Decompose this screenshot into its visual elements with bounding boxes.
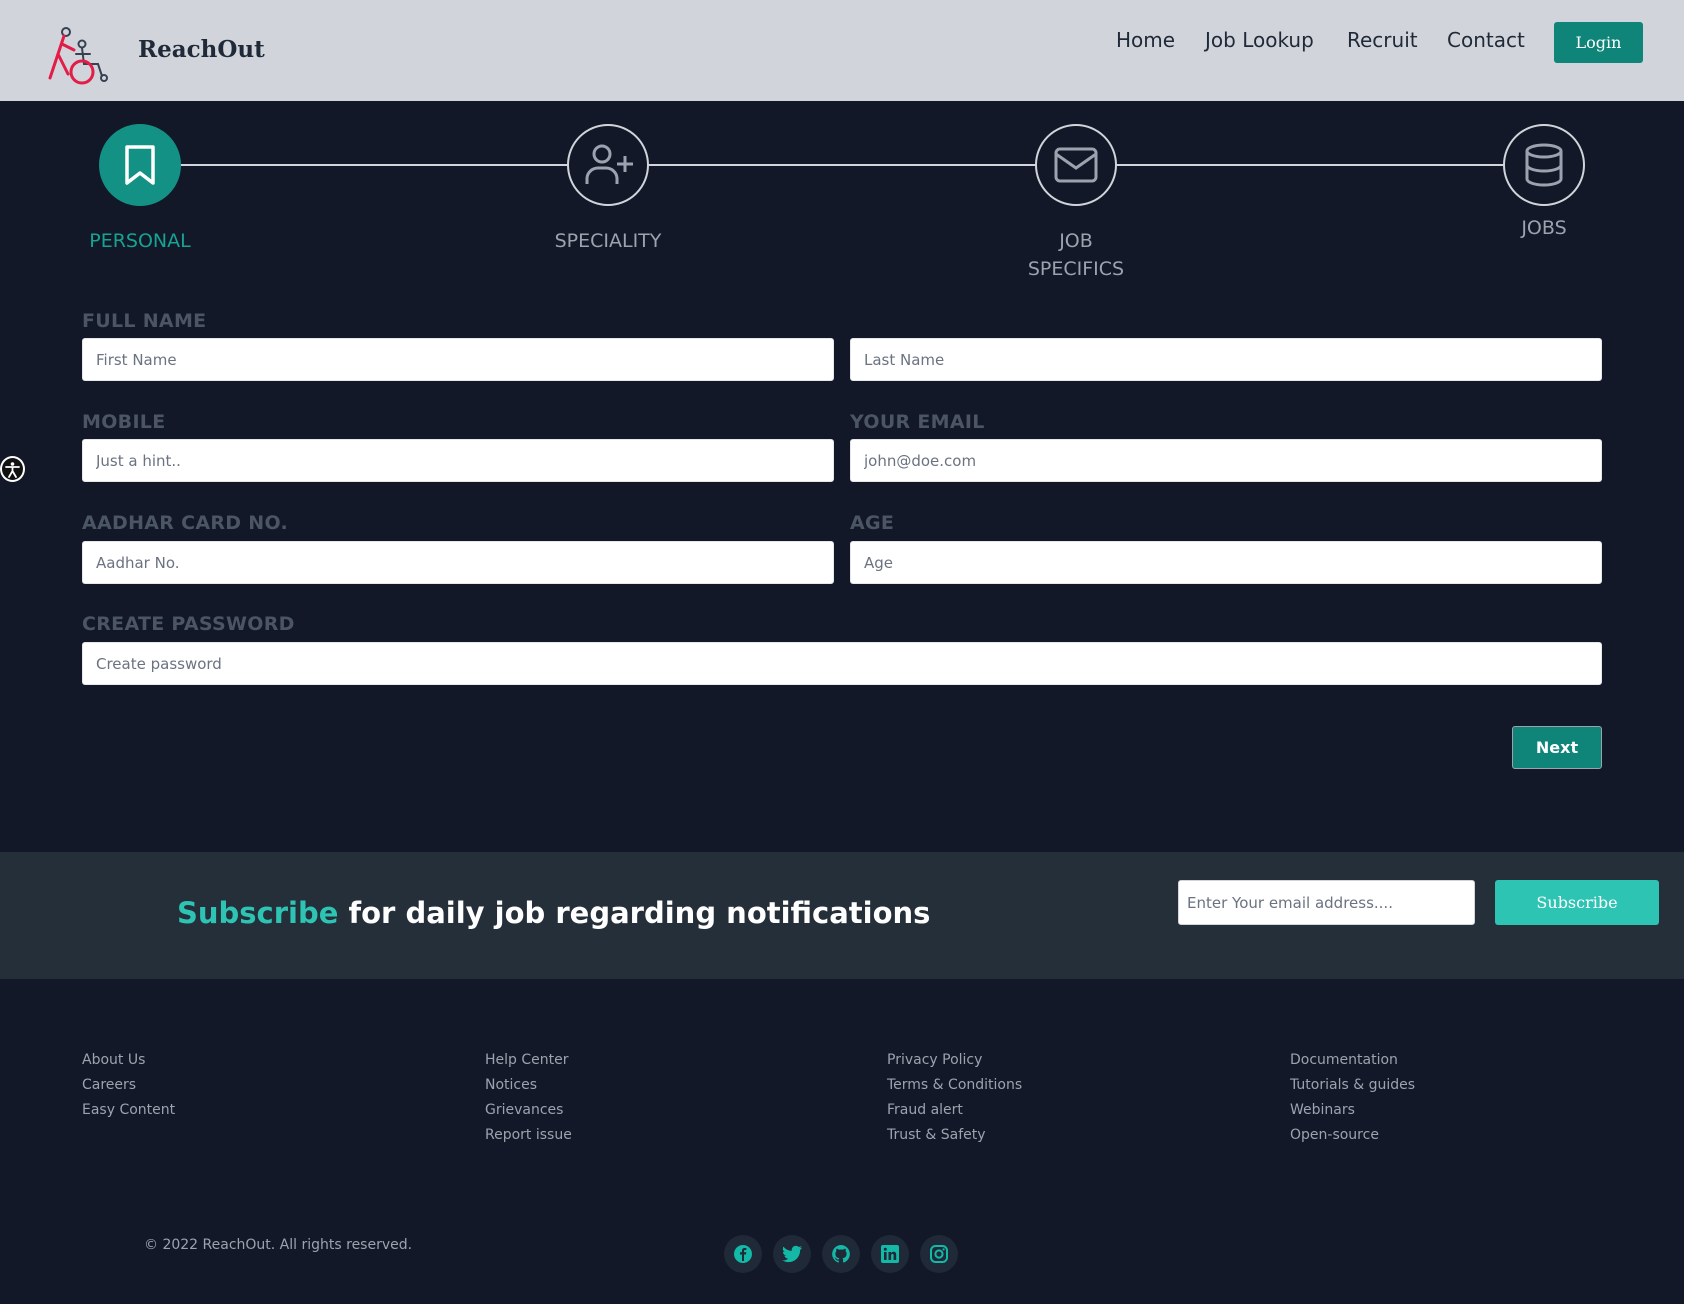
footer-link[interactable]: Privacy Policy (887, 1048, 1022, 1073)
twitter-link[interactable] (773, 1235, 811, 1273)
subscribe-band: Subscribe for daily job regarding notifi… (0, 852, 1684, 979)
mobile-label: MOBILE (82, 411, 166, 433)
footer-column-company: About Us Careers Easy Content (82, 1048, 175, 1123)
step-connector (180, 164, 568, 166)
step-speciality[interactable] (567, 124, 649, 206)
password-label: CREATE PASSWORD (82, 613, 295, 635)
footer-link[interactable]: Report issue (485, 1123, 572, 1148)
linkedin-link[interactable] (871, 1235, 909, 1273)
wheelchair-logo-icon[interactable] (46, 24, 114, 86)
password-input[interactable] (82, 642, 1602, 685)
footer-link[interactable]: Help Center (485, 1048, 572, 1073)
footer-link[interactable]: Grievances (485, 1098, 572, 1123)
login-button[interactable]: Login (1554, 22, 1643, 63)
accessibility-toggle[interactable] (0, 456, 25, 482)
nav-recruit[interactable]: Recruit (1347, 28, 1418, 52)
footer-link[interactable]: Notices (485, 1073, 572, 1098)
mail-icon (1054, 147, 1098, 183)
footer-column-legal: Privacy Policy Terms & Conditions Fraud … (887, 1048, 1022, 1148)
accessibility-icon (5, 461, 20, 478)
step-job-specifics[interactable] (1035, 124, 1117, 206)
footer-link[interactable]: Trust & Safety (887, 1123, 1022, 1148)
subscribe-heading-accent: Subscribe (177, 896, 339, 930)
user-plus-icon (585, 144, 633, 184)
nav-home[interactable]: Home (1116, 28, 1175, 52)
footer-link[interactable]: Webinars (1290, 1098, 1415, 1123)
instagram-icon (930, 1245, 948, 1263)
twitter-icon (782, 1245, 802, 1263)
email-label: YOUR EMAIL (850, 411, 985, 433)
step-personal[interactable] (99, 124, 181, 206)
footer-link[interactable]: Terms & Conditions (887, 1073, 1022, 1098)
footer-link[interactable]: Open-source (1290, 1123, 1415, 1148)
age-label: AGE (850, 512, 895, 534)
footer-column-resources: Documentation Tutorials & guides Webinar… (1290, 1048, 1415, 1148)
subscribe-heading: Subscribe for daily job regarding notifi… (177, 896, 930, 930)
brand-name[interactable]: ReachOut (138, 36, 265, 63)
footer-link[interactable]: Tutorials & guides (1290, 1073, 1415, 1098)
email-input[interactable] (850, 439, 1602, 482)
footer-link[interactable]: Easy Content (82, 1098, 175, 1123)
next-button[interactable]: Next (1512, 726, 1602, 769)
first-name-input[interactable] (82, 338, 834, 381)
step-label-jobs: JOBS (1521, 217, 1567, 239)
full-name-label: FULL NAME (82, 310, 207, 332)
subscribe-button[interactable]: Subscribe (1495, 880, 1659, 925)
copyright-text: © 2022 ReachOut. All rights reserved. (144, 1237, 413, 1253)
step-label-personal: PERSONAL (89, 230, 191, 252)
github-icon (832, 1245, 850, 1263)
step-label-speciality: SPECIALITY (554, 230, 662, 252)
step-connector (1116, 164, 1504, 166)
aadhar-label: AADHAR CARD NO. (82, 512, 289, 534)
subscribe-email-input[interactable] (1178, 880, 1475, 925)
footer-link[interactable]: About Us (82, 1048, 175, 1073)
bookmark-icon (125, 145, 155, 185)
step-connector (648, 164, 1036, 166)
footer-link[interactable]: Documentation (1290, 1048, 1415, 1073)
github-link[interactable] (822, 1235, 860, 1273)
step-label-job-specifics: JOB SPECIFICS (1027, 230, 1125, 280)
instagram-link[interactable] (920, 1235, 958, 1273)
nav-job-lookup[interactable]: Job Lookup (1205, 28, 1314, 52)
footer-link[interactable]: Careers (82, 1073, 175, 1098)
facebook-link[interactable] (724, 1235, 762, 1273)
database-icon (1525, 143, 1563, 187)
site-header: ReachOut Home Job Lookup Recruit Contact… (0, 0, 1684, 101)
linkedin-icon (881, 1245, 899, 1263)
aadhar-input[interactable] (82, 541, 834, 584)
age-input[interactable] (850, 541, 1602, 584)
footer-column-help: Help Center Notices Grievances Report is… (485, 1048, 572, 1148)
facebook-icon (734, 1245, 752, 1263)
footer-link[interactable]: Fraud alert (887, 1098, 1022, 1123)
step-jobs[interactable] (1503, 124, 1585, 206)
subscribe-heading-rest: for daily job regarding notifications (338, 896, 931, 930)
last-name-input[interactable] (850, 338, 1602, 381)
mobile-input[interactable] (82, 439, 834, 482)
nav-contact[interactable]: Contact (1447, 28, 1525, 52)
